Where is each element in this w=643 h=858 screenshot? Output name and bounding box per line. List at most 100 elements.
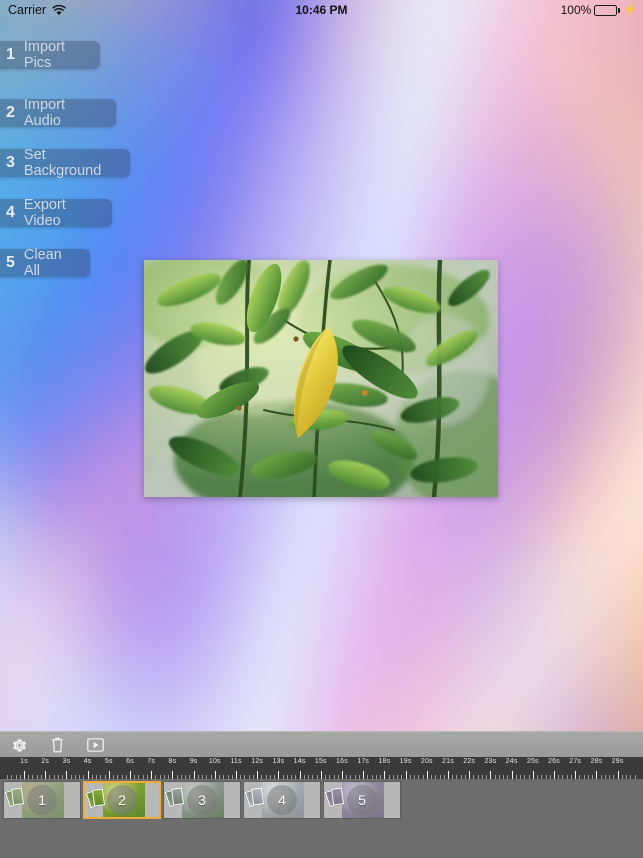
timeline-ruler[interactable]: 1s 2s 3s 4s 5s 6s 7s 8s 9s 10s 11s 12s 13s 14s 15s 16s 1… — [0, 757, 643, 779]
bottom-toolbar — [0, 731, 643, 758]
filmstrip-thumbnail[interactable]: 3 — [163, 781, 241, 819]
thumbnail-number: 2 — [107, 785, 137, 815]
preview-photo-image — [144, 260, 498, 497]
ruler-label: 5s — [104, 758, 113, 765]
menu-item-number: 1 — [6, 46, 15, 63]
ruler-tick-major — [257, 771, 259, 779]
trash-icon[interactable] — [38, 732, 76, 758]
ruler-tick-major — [24, 771, 25, 779]
menu-item-label: Clean All — [23, 247, 62, 279]
status-bar: Carrier 10:46 PM 100% ⚡ — [0, 0, 643, 20]
filmstrip-thumbnail[interactable]: 2 — [83, 781, 161, 819]
play-box-icon[interactable] — [76, 732, 114, 758]
photo-stack-icon — [324, 787, 347, 814]
ruler-label: 24s — [505, 758, 518, 765]
ruler-label: 1s — [20, 758, 28, 765]
ruler-label: 12s — [251, 758, 264, 765]
photo-stack-icon — [164, 787, 187, 814]
ruler-tick-major — [469, 771, 471, 779]
menu-item-label: Import Pics — [23, 39, 65, 71]
ruler-tick-major — [575, 771, 577, 779]
ruler-label: 20s — [420, 758, 433, 765]
ruler-tick-major — [66, 771, 68, 779]
menu-item-number: 5 — [6, 254, 15, 271]
ruler-tick-major — [490, 771, 492, 779]
ruler-tick-major — [45, 771, 47, 779]
menu-item-import-audio[interactable]: 2 Import Audio — [0, 97, 116, 129]
ruler-label: 8s — [168, 758, 177, 765]
ruler-label: 4s — [83, 758, 92, 765]
menu-item-number: 2 — [6, 104, 15, 121]
ruler-tick-major — [320, 771, 322, 779]
thumbnail-number: 3 — [187, 785, 217, 815]
ruler-tick-major — [384, 771, 386, 779]
status-bar-right: 100% ⚡ — [561, 3, 637, 17]
ruler-label: 18s — [378, 758, 391, 765]
ruler-label: 10s — [208, 758, 221, 765]
ruler-tick-major — [532, 771, 534, 779]
ruler-label: 19s — [399, 758, 412, 765]
ruler-tick-major — [236, 771, 237, 779]
thumbnail-number: 5 — [347, 785, 377, 815]
ruler-label: 9s — [189, 758, 198, 765]
menu-item-import-pics[interactable]: 1 Import Pics — [0, 39, 100, 71]
menu-item-label: Set Background — [23, 147, 102, 179]
status-bar-time: 10:46 PM — [295, 3, 348, 17]
photo-stack-icon — [244, 787, 267, 814]
ruler-label: 28s — [590, 758, 603, 765]
ruler-tick-major — [405, 771, 407, 779]
ruler-label: 13s — [272, 758, 285, 765]
preview-photo[interactable] — [144, 260, 498, 497]
timeline-filmstrip[interactable]: 1 2 3 4 5 — [0, 779, 643, 858]
thumbnail-number: 4 — [267, 785, 297, 815]
thumbnail-pad-right — [302, 782, 320, 818]
menu-item-label: Export Video — [23, 197, 66, 229]
ruler-tick-major — [299, 771, 301, 779]
ruler-tick-major — [87, 771, 89, 779]
thumbnail-pad-right — [222, 782, 240, 818]
photo-stack-icon — [4, 787, 27, 814]
filmstrip-thumbnail[interactable]: 1 — [3, 781, 81, 819]
ruler-tick-major — [172, 771, 174, 779]
gear-icon[interactable] — [0, 732, 38, 758]
menu-item-export-video[interactable]: 4 Export Video — [0, 197, 112, 229]
ruler-tick-major — [554, 771, 555, 779]
battery-icon — [594, 4, 621, 16]
ruler-label: 15s — [314, 758, 327, 765]
thumbnail-pad-right — [382, 782, 400, 818]
ruler-tick-major — [448, 771, 449, 779]
ruler-tick-major — [511, 771, 513, 779]
filmstrip-thumbnail[interactable]: 4 — [243, 781, 321, 819]
ruler-label: 3s — [62, 758, 71, 765]
menu-item-clean-all[interactable]: 5 Clean All — [0, 247, 90, 279]
menu-item-label: Import Audio — [23, 97, 65, 129]
ruler-label: 14s — [293, 758, 306, 765]
ruler-tick-major — [130, 771, 131, 779]
ruler-label: 27s — [569, 758, 582, 765]
ruler-label: 22s — [463, 758, 476, 765]
ruler-tick-major — [342, 771, 343, 779]
ruler-tick-major — [151, 771, 153, 779]
photo-stack-icon — [85, 788, 108, 815]
ruler-label: 6s — [126, 758, 134, 765]
ruler-label: 26s — [548, 758, 560, 765]
menu-item-number: 3 — [6, 154, 15, 171]
ruler-label: 25s — [526, 758, 539, 765]
filmstrip-thumbnail[interactable]: 5 — [323, 781, 401, 819]
ruler-tick-major — [214, 771, 216, 779]
ruler-label: 7s — [147, 758, 156, 765]
menu-item-set-background[interactable]: 3 Set Background — [0, 147, 130, 179]
thumbnail-number: 1 — [27, 785, 57, 815]
ruler-tick-major — [193, 771, 195, 779]
ruler-label: 11s — [230, 758, 242, 765]
ruler-tick-major — [426, 771, 428, 779]
ruler-label: 23s — [484, 758, 497, 765]
thumbnail-pad-right — [62, 782, 80, 818]
menu-item-number: 4 — [6, 204, 15, 221]
ruler-label: 21s — [442, 758, 454, 765]
ruler-tick-major — [596, 771, 598, 779]
ruler-tick-major — [617, 771, 619, 779]
ruler-label: 17s — [357, 758, 370, 765]
battery-percent-label: 100% — [560, 3, 592, 17]
ruler-tick-major — [108, 771, 110, 779]
